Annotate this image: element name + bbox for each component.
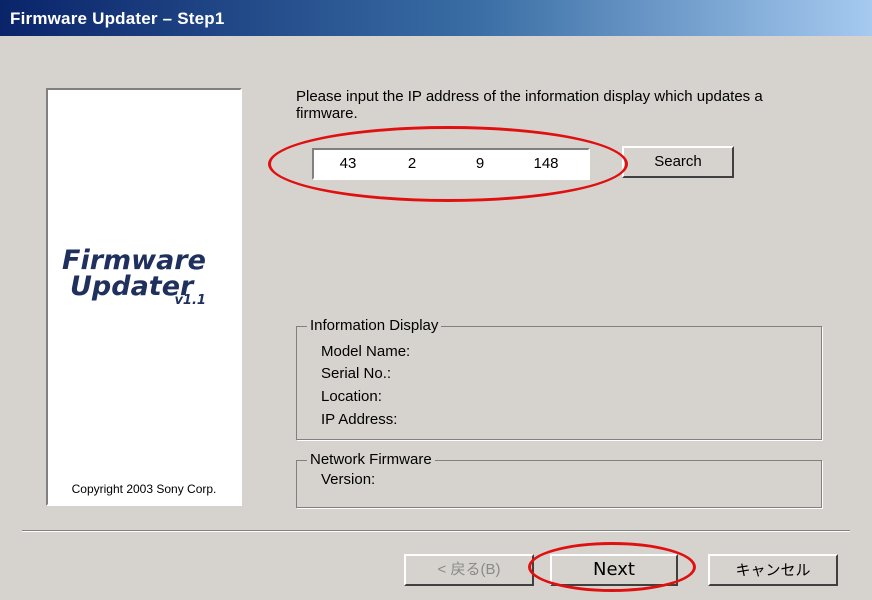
window-title: Firmware Updater – Step1 [10, 9, 225, 28]
serial-no-label: Serial No.: [321, 365, 392, 382]
ip-address-label: IP Address: [321, 411, 398, 428]
version-label: Version: [321, 471, 376, 488]
information-display-group: Information Display Model Name: Serial N… [296, 317, 822, 440]
next-button[interactable]: Next [550, 554, 678, 586]
copyright-text: Copyright 2003 Sony Corp. [71, 482, 217, 496]
instruction-text: Please input the IP address of the infor… [296, 88, 763, 122]
network-firmware-group: Network Firmware Version: [296, 451, 822, 508]
back-button: < 戻る(B) [404, 554, 534, 586]
model-name-label: Model Name: [321, 343, 411, 360]
firmware-updater-window: Firmware Updater – Step1 Firmware Update… [0, 0, 872, 600]
cancel-button[interactable]: キャンセル [708, 554, 838, 586]
logo-panel: Firmware Updater v1.1 Copyright 2003 Son… [46, 88, 242, 506]
footer-separator [22, 530, 850, 532]
information-display-title: Information Display [307, 317, 442, 334]
network-firmware-title: Network Firmware [307, 451, 435, 468]
ip-address-input[interactable]: 43 2 9 148 [312, 148, 590, 180]
ip-octet-2[interactable]: 2 [392, 155, 432, 172]
ip-octet-1[interactable]: 43 [328, 155, 368, 172]
ip-octet-4[interactable]: 148 [526, 155, 566, 172]
ip-octet-3[interactable]: 9 [460, 155, 500, 172]
location-label: Location: [321, 388, 382, 405]
search-button[interactable]: Search [622, 146, 734, 178]
title-bar[interactable]: Firmware Updater – Step1 [0, 0, 872, 36]
product-logo: Firmware Updater v1.1 [62, 247, 206, 308]
